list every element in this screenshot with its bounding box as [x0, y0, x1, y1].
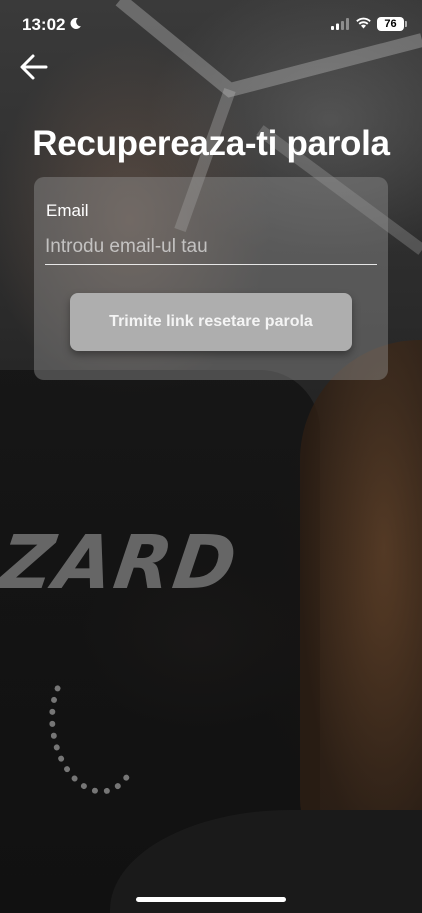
signal-icon	[331, 18, 349, 30]
status-time: 13:02	[22, 15, 66, 34]
home-indicator[interactable]	[136, 897, 286, 902]
email-field[interactable]	[45, 229, 377, 265]
background-hair	[300, 340, 422, 860]
status-bar: 13:02 76	[0, 0, 422, 50]
page-title: Recupereaza-ti parola	[32, 124, 390, 163]
battery-level: 76	[384, 18, 397, 30]
wifi-icon	[356, 17, 371, 29]
battery-icon: 76	[377, 17, 407, 31]
background-shirt-logo: ZARD	[0, 520, 244, 606]
arrow-left-icon[interactable]	[18, 52, 50, 82]
moon-icon	[70, 17, 81, 29]
send-reset-link-button[interactable]: Trimite link resetare parola	[70, 293, 352, 351]
reset-password-card: Email Trimite link resetare parola	[34, 177, 388, 380]
email-label: Email	[46, 201, 89, 220]
